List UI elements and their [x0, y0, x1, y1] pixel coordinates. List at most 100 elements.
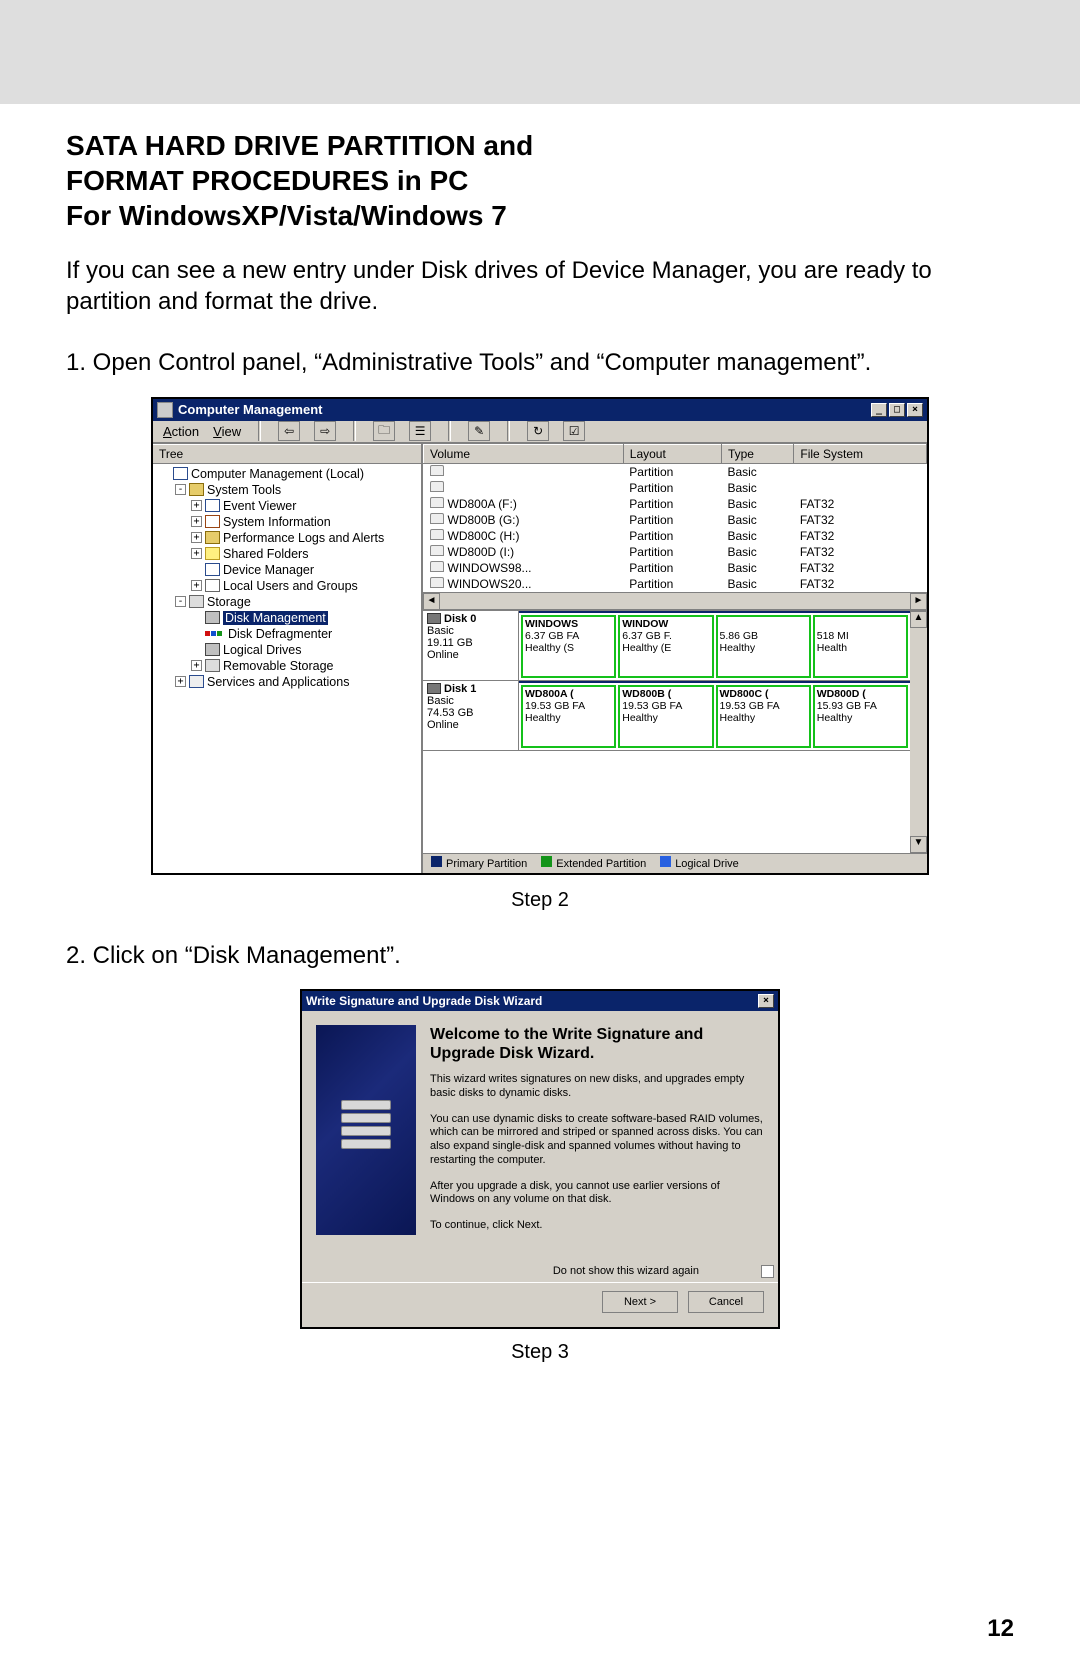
- tree-logical-drives[interactable]: Logical Drives: [191, 642, 419, 658]
- volume-row[interactable]: PartitionBasic: [424, 480, 927, 496]
- partition-legend: Primary Partition Extended Partition Log…: [423, 853, 927, 873]
- volume-row[interactable]: WINDOWS98...PartitionBasicFAT32: [424, 560, 927, 576]
- cm-app-icon: [157, 402, 173, 418]
- tree-root[interactable]: Computer Management (Local): [159, 466, 419, 482]
- hscroll-track[interactable]: [440, 593, 910, 609]
- hscroll-left-button[interactable]: ◄: [423, 593, 440, 610]
- intro-text: If you can see a new entry under Disk dr…: [66, 255, 1014, 317]
- volume-row[interactable]: WINDOWS20...PartitionBasicFAT32: [424, 576, 927, 592]
- wizard-para-1: This wizard writes signatures on new dis…: [430, 1073, 764, 1101]
- extended-swatch-icon: [541, 856, 552, 867]
- vscroll-track[interactable]: [910, 628, 927, 836]
- document-page: SATA HARD DRIVE PARTITION and FORMAT PRO…: [0, 104, 1080, 1669]
- step-2-text: 2. Click on “Disk Management”.: [66, 940, 1014, 971]
- volume-row[interactable]: WD800C (H:)PartitionBasicFAT32: [424, 528, 927, 544]
- volume-row[interactable]: WD800A (F:)PartitionBasicFAT32: [424, 496, 927, 512]
- tree-disk-management[interactable]: Disk Management: [191, 610, 419, 626]
- tree-perf-logs[interactable]: +Performance Logs and Alerts: [191, 530, 419, 546]
- volume-icon: [430, 465, 444, 476]
- tree-event-viewer[interactable]: +Event Viewer: [191, 498, 419, 514]
- logical-swatch-icon: [660, 856, 671, 867]
- hscroll-right-button[interactable]: ►: [910, 593, 927, 610]
- cm-window-controls: _ □ ×: [871, 403, 923, 417]
- toolbar-up-button[interactable]: 🗀: [373, 421, 395, 441]
- toolbar-forward-button[interactable]: ⇨: [314, 421, 336, 441]
- disk-row: Disk 1Basic74.53 GBOnlineWD800A (19.53 G…: [423, 681, 910, 751]
- col-type[interactable]: Type: [721, 444, 793, 463]
- cm-tree-header: Tree: [153, 444, 421, 464]
- logical-drives-icon: [205, 643, 220, 656]
- tree-local-users[interactable]: +Local Users and Groups: [191, 578, 419, 594]
- heading-line-2: FORMAT PROCEDURES in PC: [66, 163, 1014, 198]
- close-button[interactable]: ×: [907, 403, 923, 417]
- vscroll-down-button[interactable]: ▼: [910, 836, 927, 853]
- heading-line-3: For WindowsXP/Vista/Windows 7: [66, 198, 1014, 233]
- tree-system-tools[interactable]: -System Tools: [175, 482, 419, 498]
- vscroll-up-button[interactable]: ▲: [910, 611, 927, 628]
- step-1-text: 1. Open Control panel, “Administrative T…: [66, 347, 1014, 378]
- disk-vscroll[interactable]: ▲ ▼: [910, 611, 927, 853]
- wizard-dont-show-checkbox[interactable]: [761, 1265, 774, 1278]
- wizard-titlebar[interactable]: Write Signature and Upgrade Disk Wizard …: [302, 991, 778, 1011]
- toolbar-back-button[interactable]: ⇦: [278, 421, 300, 441]
- wizard-checkbox-row: Do not show this wizard again: [314, 1265, 774, 1278]
- toolbar-refresh-button[interactable]: ↻: [527, 421, 549, 441]
- disk-row: Disk 0Basic19.11 GBOnlineWINDOWS6.37 GB …: [423, 611, 910, 681]
- tree-system-info[interactable]: +System Information: [191, 514, 419, 530]
- tree-removable-storage[interactable]: +Removable Storage: [191, 658, 419, 674]
- cm-right-panel: Volume Layout Type File System Partition…: [423, 444, 927, 873]
- minimize-button[interactable]: _: [871, 403, 887, 417]
- perf-logs-icon: [205, 531, 220, 544]
- tree-storage[interactable]: -Storage: [175, 594, 419, 610]
- cm-titlebar[interactable]: Computer Management _ □ ×: [153, 399, 927, 421]
- col-layout[interactable]: Layout: [623, 444, 721, 463]
- wizard-next-button[interactable]: Next >: [602, 1291, 678, 1313]
- menu-action[interactable]: Action: [163, 424, 199, 439]
- toolbar-settings-button[interactable]: ☑: [563, 421, 585, 441]
- volume-row[interactable]: WD800B (G:)PartitionBasicFAT32: [424, 512, 927, 528]
- menu-view[interactable]: View: [213, 424, 241, 439]
- volume-icon: [430, 545, 444, 556]
- disk-partition[interactable]: WD800A (19.53 GB FAHealthy: [521, 685, 616, 748]
- caption-step-2: Step 2: [66, 889, 1014, 912]
- col-fs[interactable]: File System: [794, 444, 927, 463]
- tree-device-manager[interactable]: Device Manager: [191, 562, 419, 578]
- wizard-graphic: [316, 1025, 416, 1235]
- volumes-hscroll[interactable]: ◄ ►: [423, 592, 927, 609]
- computer-icon: [173, 467, 188, 480]
- disk-partition[interactable]: WINDOWS6.37 GB FAHealthy (S: [521, 615, 616, 678]
- disk-partition[interactable]: WD800B (19.53 GB FAHealthy: [618, 685, 713, 748]
- toolbar-list-button[interactable]: ☰: [409, 421, 431, 441]
- heading-line-1: SATA HARD DRIVE PARTITION and: [66, 128, 1014, 163]
- volume-row[interactable]: WD800D (I:)PartitionBasicFAT32: [424, 544, 927, 560]
- disk-partition[interactable]: WD800D (15.93 GB FAHealthy: [813, 685, 908, 748]
- volume-row[interactable]: PartitionBasic: [424, 463, 927, 480]
- wizard-para-3: After you upgrade a disk, you cannot use…: [430, 1180, 764, 1208]
- legend-extended: Extended Partition: [541, 856, 646, 870]
- tree-services-apps[interactable]: +Services and Applications: [175, 674, 419, 690]
- disk-icon: [427, 613, 441, 624]
- users-icon: [205, 579, 220, 592]
- toolbar-properties-button[interactable]: ✎: [468, 421, 490, 441]
- maximize-button[interactable]: □: [889, 403, 905, 417]
- wizard-para-4: To continue, click Next.: [430, 1219, 764, 1233]
- cm-tree-panel: Tree Computer Management (Local) -System…: [153, 444, 423, 873]
- disk-info: Disk 0Basic19.11 GBOnline: [423, 611, 519, 680]
- wizard-heading: Welcome to the Write Signature and Upgra…: [430, 1025, 764, 1063]
- disk-partition[interactable]: 5.86 GBHealthy: [716, 615, 811, 678]
- tree-shared-folders[interactable]: +Shared Folders: [191, 546, 419, 562]
- toolbar-separator: [353, 421, 356, 441]
- wizard-close-button[interactable]: ×: [758, 994, 774, 1008]
- tree-disk-defrag[interactable]: Disk Defragmenter: [191, 626, 419, 642]
- disk-partition[interactable]: WINDOW6.37 GB F.Healthy (E: [618, 615, 713, 678]
- toolbar-separator: [507, 421, 510, 441]
- wizard-checkbox-label: Do not show this wizard again: [553, 1265, 699, 1277]
- defrag-icon: [205, 631, 222, 636]
- wizard-text: Welcome to the Write Signature and Upgra…: [430, 1025, 764, 1245]
- disk-partition[interactable]: 518 MIHealth: [813, 615, 908, 678]
- removable-storage-icon: [205, 659, 220, 672]
- disk-partition[interactable]: WD800C (19.53 GB FAHealthy: [716, 685, 811, 748]
- volume-icon: [430, 481, 444, 492]
- wizard-cancel-button[interactable]: Cancel: [688, 1291, 764, 1313]
- col-volume[interactable]: Volume: [424, 444, 624, 463]
